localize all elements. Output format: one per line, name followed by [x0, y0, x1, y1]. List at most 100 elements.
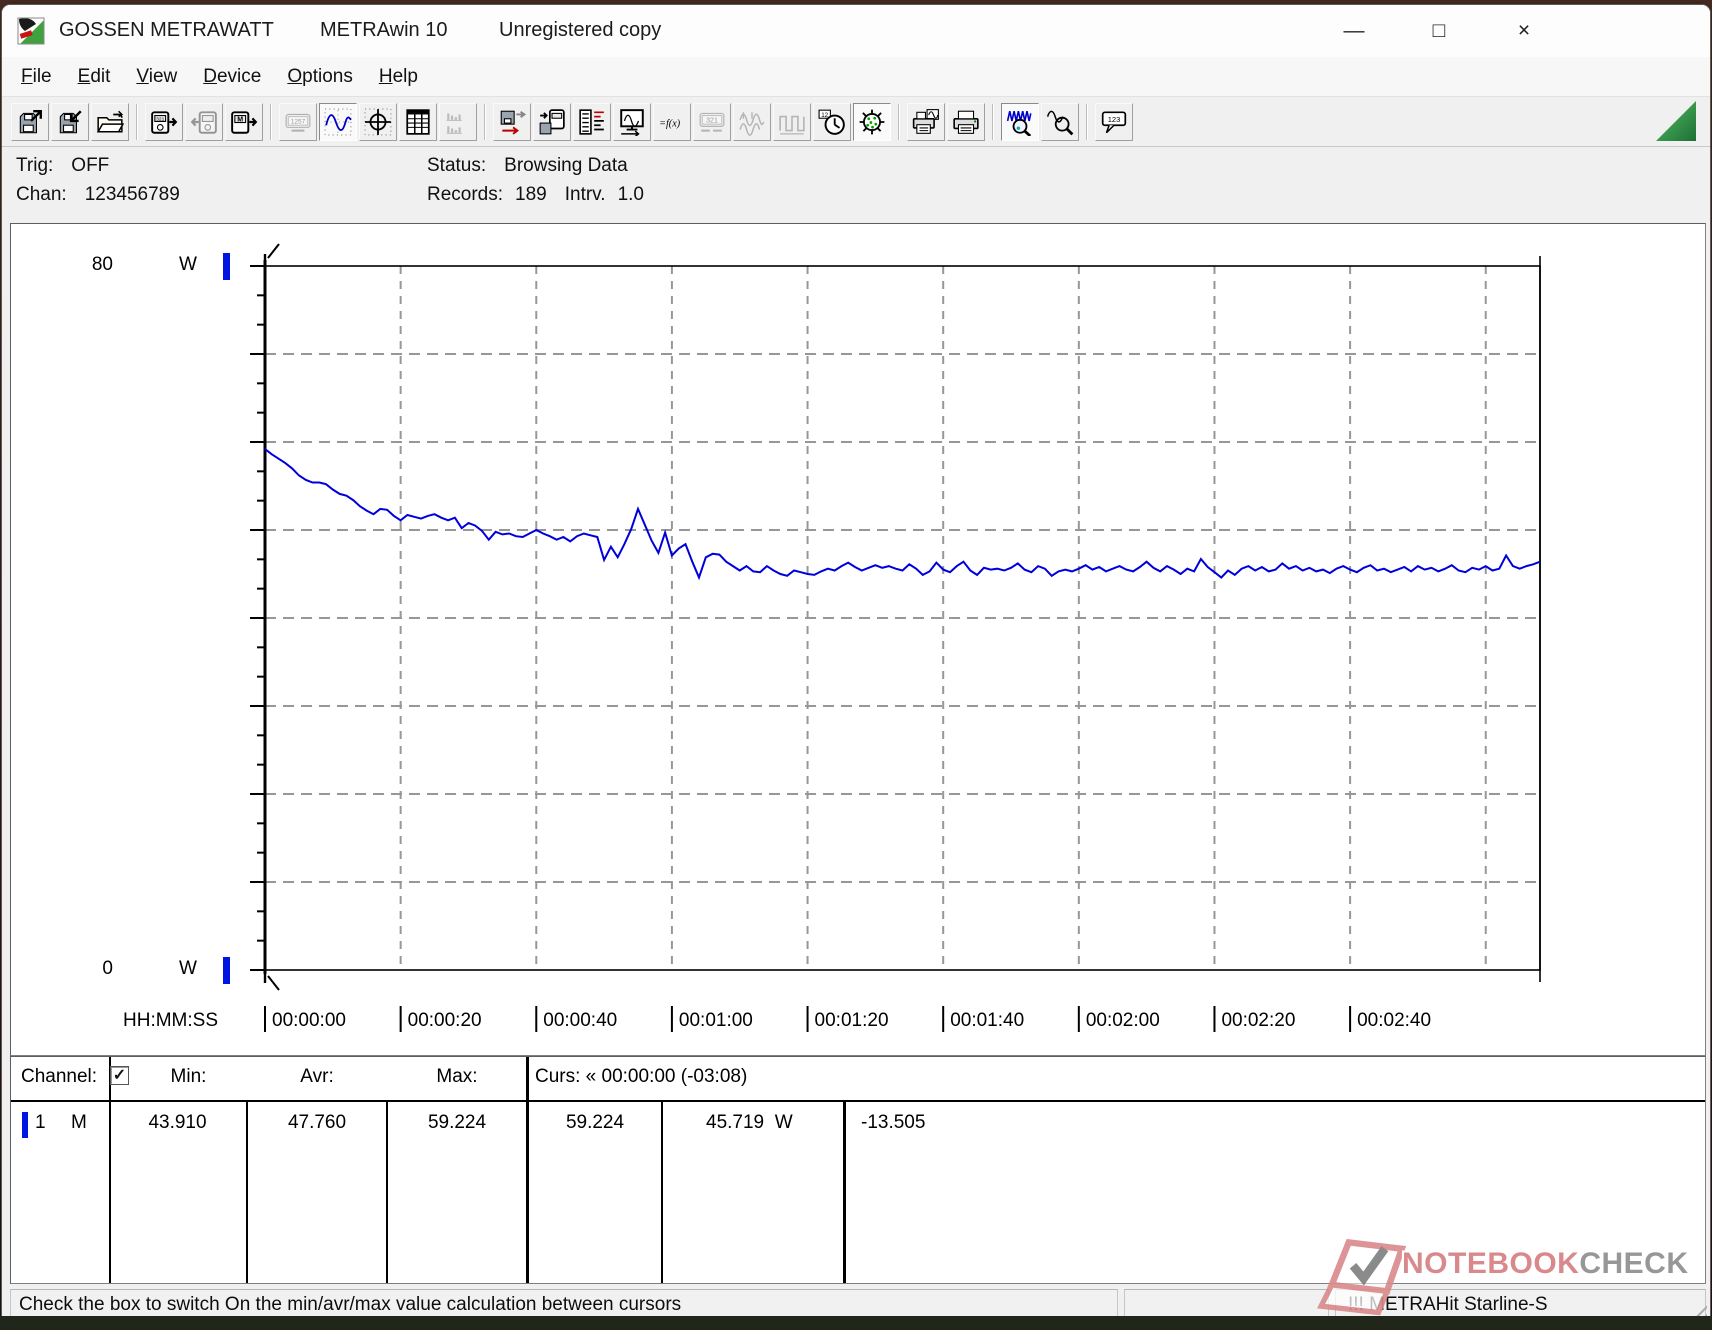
- svg-text:M: M: [237, 116, 243, 123]
- display-321-icon: 321: [699, 112, 725, 132]
- channel-scale-marker-bottom: [223, 957, 230, 984]
- live-view-button[interactable]: [853, 102, 891, 141]
- speech-numbers-icon: 123: [1101, 110, 1127, 133]
- display-monitor-button[interactable]: [613, 102, 651, 141]
- watermark-check: CHECK: [1579, 1247, 1689, 1280]
- double-sine-icon: [739, 111, 765, 136]
- green-scatter-icon: [859, 109, 885, 134]
- trig-label: Trig:: [16, 155, 54, 176]
- cell-channel-mode: M: [71, 1112, 87, 1133]
- zoom-wave-icon: [1006, 110, 1032, 136]
- annotation-button[interactable]: 123: [1095, 102, 1133, 141]
- cell-channel-no: 1: [35, 1112, 46, 1133]
- channel-list-icon: [579, 108, 604, 135]
- records-value: 189: [515, 184, 547, 205]
- formula-button[interactable]: =f(x): [653, 102, 691, 141]
- x-tick-label: 00:00:40: [543, 1010, 618, 1031]
- status-label: Status:: [427, 155, 487, 176]
- y-axis-unit-bottom: W: [179, 958, 197, 979]
- table-grid-line: [661, 1100, 663, 1283]
- info-panel: Trig: OFF Chan: 123456789 Status: Browsing …: [2, 147, 1710, 223]
- printer-icon: [953, 110, 979, 134]
- resize-corner-indicator: [1656, 101, 1696, 141]
- sine-dots-icon: [324, 108, 352, 135]
- interval-value: 1.0: [617, 184, 644, 205]
- cell-cursor2: 45.719 W: [706, 1112, 793, 1133]
- menu-item-device[interactable]: Device: [190, 62, 274, 92]
- cell-cursor2-unit: W: [774, 1112, 793, 1133]
- file-export-button[interactable]: [51, 102, 89, 141]
- menu-item-edit[interactable]: Edit: [65, 62, 124, 92]
- table-grid-line: [843, 1100, 846, 1283]
- svg-text:=f(x): =f(x): [659, 118, 681, 129]
- bars-icon: [446, 112, 462, 134]
- menu-item-help[interactable]: Help: [366, 62, 431, 92]
- y-axis-min-label: 0: [102, 958, 113, 979]
- chan-label: Chan:: [16, 184, 67, 205]
- zoom-waveform-button[interactable]: [1001, 102, 1039, 141]
- maximize-button[interactable]: □: [1417, 13, 1461, 49]
- minimize-button[interactable]: —: [1332, 13, 1376, 49]
- toolbar-separator: [992, 103, 994, 140]
- trig-value: OFF: [71, 155, 110, 176]
- y-axis-max-label: 80: [91, 254, 113, 275]
- table-header-divider: [11, 1100, 1705, 1102]
- toolbar-separator: [270, 103, 272, 140]
- table-view-button[interactable]: [399, 102, 437, 141]
- table-grid-line: [526, 1057, 529, 1283]
- gossen-metrawatt-logo-icon: [17, 17, 45, 45]
- menubar: File Edit View Device Options Help: [2, 57, 1710, 97]
- time-setup-button[interactable]: 12: [813, 102, 851, 141]
- svg-text:123: 123: [1108, 114, 1121, 123]
- pulse-icon: [779, 115, 805, 134]
- meter-left-icon: [190, 110, 217, 134]
- col-header-cursor: Curs: « 00:00:00 (-03:08): [535, 1066, 748, 1087]
- chart-panel[interactable]: 80 W 0 W HH:MM:SS 00:00:00 00:00:20 00:00:…: [10, 223, 1706, 1056]
- device-store-button[interactable]: [533, 102, 571, 141]
- status-value: Browsing Data: [504, 155, 628, 176]
- fx-icon: =f(x): [659, 118, 681, 129]
- grid-icon: [406, 108, 430, 135]
- toolbar-separator: [136, 103, 138, 140]
- file-open-button[interactable]: [91, 102, 129, 141]
- menu-item-options[interactable]: Options: [274, 62, 365, 92]
- yt-chart-view-button[interactable]: [319, 102, 357, 141]
- watermark-notebook: NOTEBOOK: [1402, 1247, 1580, 1280]
- floppy-in-icon: [19, 109, 42, 133]
- device-read-button[interactable]: 321: [145, 102, 183, 141]
- pulse-view-button: [773, 102, 811, 141]
- close-button[interactable]: ×: [1502, 13, 1546, 49]
- monitor-icon: [620, 108, 644, 136]
- zoom-out-button[interactable]: [1041, 102, 1079, 141]
- xy-chart-view-button[interactable]: [359, 102, 397, 141]
- cell-avr: 47.760: [287, 1112, 347, 1133]
- numeric-view-button: 321: [693, 102, 731, 141]
- x-tick-label: 00:01:00: [678, 1010, 753, 1031]
- col-header-avr: Avr:: [300, 1066, 334, 1087]
- titlebar[interactable]: GOSSEN METRAWATT METRAwin 10 Unregistere…: [2, 5, 1710, 57]
- title-app-name: METRAwin 10: [320, 19, 448, 41]
- cell-delta: -13.505: [861, 1112, 926, 1133]
- x-tick-label: 00:02:40: [1357, 1010, 1432, 1031]
- channel-scale-marker-top: [223, 253, 230, 280]
- file-import-button[interactable]: [11, 102, 49, 141]
- menu-item-file[interactable]: File: [8, 62, 65, 92]
- toolbar: 321 M 1257 =f(x) 321 12 123: [2, 97, 1710, 147]
- minmax-checkbox[interactable]: ✓: [110, 1066, 129, 1085]
- memory-read-button[interactable]: M: [225, 102, 263, 141]
- notebookcheck-watermark: NOTEBOOKCHECK: [1316, 1233, 1708, 1321]
- power-time-chart[interactable]: [11, 224, 1705, 1055]
- title-vendor: GOSSEN METRAWATT: [59, 19, 274, 41]
- floppy-out-icon: [59, 109, 82, 133]
- acquisition-status: Status: Browsing Data: [427, 155, 628, 177]
- x-tick-label: 00:01:40: [950, 1010, 1025, 1031]
- channel-config-button[interactable]: [573, 102, 611, 141]
- toolbar-separator: [484, 103, 486, 140]
- data-transfer-button[interactable]: [493, 102, 531, 141]
- col-header-channel: Channel:: [21, 1066, 98, 1087]
- meter-right-icon: 321: [151, 110, 178, 134]
- print-preview-button[interactable]: [907, 102, 945, 141]
- records-status: Records: 189 Intrv. 1.0: [427, 184, 644, 206]
- menu-item-view[interactable]: View: [123, 62, 190, 92]
- print-button[interactable]: [947, 102, 985, 141]
